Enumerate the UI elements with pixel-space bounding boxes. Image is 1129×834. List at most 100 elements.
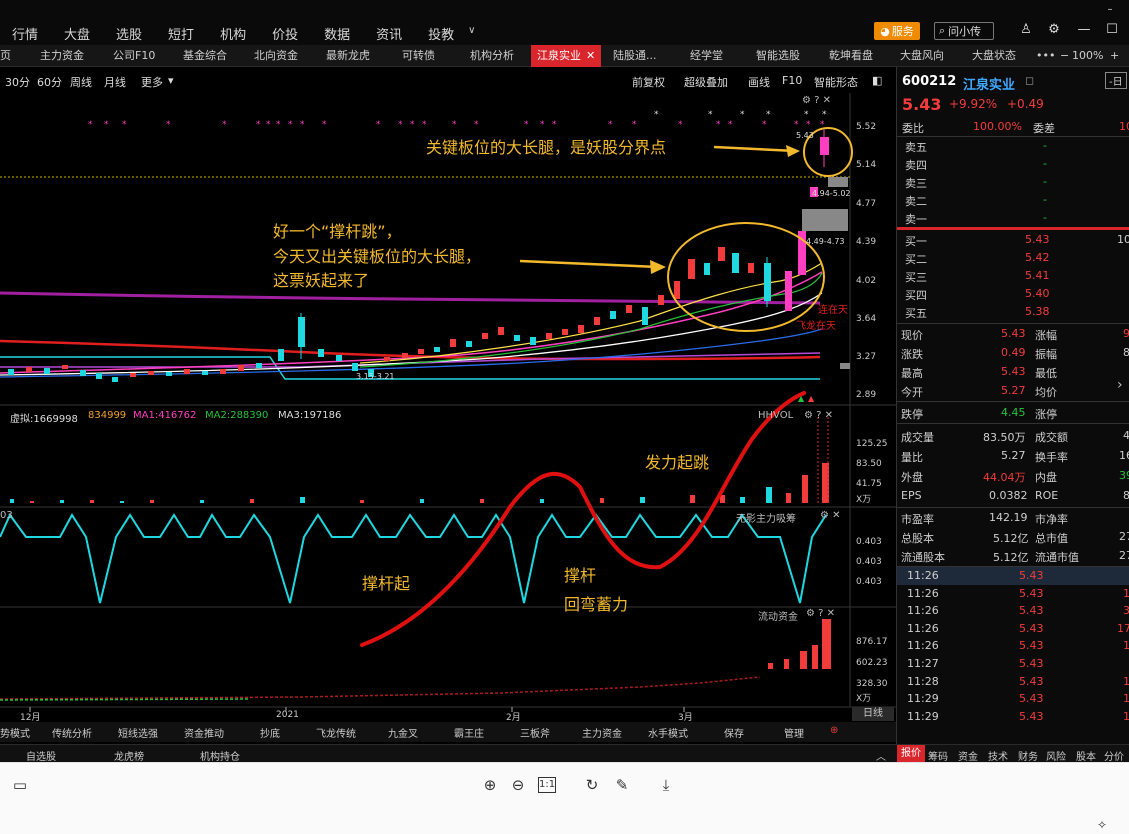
osc-left-label: 03	[0, 510, 13, 521]
minimize-icon[interactable]: —	[1076, 22, 1092, 38]
menu-item-shortterm[interactable]: 短打	[168, 0, 194, 43]
switch-icon[interactable]: -日	[1105, 72, 1127, 89]
close-icon[interactable]: ✕	[586, 49, 595, 62]
bottom-tab-dragon[interactable]: 龙虎榜	[114, 748, 144, 763]
bid-price: 5.43	[1025, 233, 1050, 246]
minimize-icon-top[interactable]: –	[1102, 2, 1118, 18]
chevron-right-icon[interactable]: ›	[1117, 377, 1123, 393]
more-tabs-icon[interactable]: •••	[1036, 45, 1055, 67]
tab-smart-pick[interactable]: 智能选股	[756, 45, 800, 67]
indicator-tab[interactable]: 水手模式	[648, 725, 688, 740]
right-tab-quote[interactable]: 报价	[897, 745, 925, 763]
zoom-in-icon[interactable]: +	[1110, 45, 1119, 67]
tab-market-wind[interactable]: 大盘风向	[900, 45, 944, 67]
expand-icon[interactable]: ⊕	[830, 725, 838, 736]
menu-item-market[interactable]: 大盘	[64, 0, 90, 43]
tab-convertible[interactable]: 可转债	[402, 45, 435, 67]
bid-ask-divider	[897, 227, 1129, 230]
quote-value: 27	[1119, 549, 1129, 562]
pin-icon[interactable]: ✧	[1092, 815, 1112, 834]
download-icon[interactable]: ⤓	[656, 775, 676, 795]
signal-stars: * * * * * * * * * * * * * * * * * * * * * * * * * * * * *	[88, 120, 825, 130]
ask-label: 卖一	[905, 213, 927, 226]
tab-hk-connect[interactable]: 陆股通...	[613, 45, 657, 67]
rotate-icon[interactable]: ↻	[582, 775, 602, 795]
tab-f10[interactable]: 公司F10	[113, 45, 155, 67]
menu-item-news[interactable]: 资讯	[376, 0, 402, 43]
indicator-tab[interactable]: 传统分析	[52, 725, 92, 740]
layout-icon[interactable]: ▭	[10, 775, 30, 795]
quote-value: 8	[1123, 346, 1129, 359]
right-tab-risk[interactable]: 风险	[1046, 748, 1066, 763]
zoom-in-icon[interactable]: ⊕	[480, 775, 500, 795]
settings-icon[interactable]: ⚙ ✕	[820, 510, 841, 521]
volume-ma3: MA3:197186	[278, 410, 342, 421]
bottom-tab-watchlist[interactable]: 自选股	[26, 748, 56, 763]
bottom-tab-holdings[interactable]: 机构持仓	[200, 748, 240, 763]
tick-volume: 3	[1123, 604, 1129, 617]
quote-row: 涨跌 0.49 振幅 8	[897, 344, 1129, 362]
settings-icon[interactable]: ⚙ ? ✕	[802, 95, 831, 106]
manage-tab[interactable]: 管理	[784, 725, 804, 740]
user-icon[interactable]: ♙	[1018, 22, 1034, 38]
menu-item-data[interactable]: 数据	[324, 0, 350, 43]
tab-inst-analysis[interactable]: 机构分析	[470, 45, 514, 67]
indicator-tab[interactable]: 霸王庄	[454, 725, 484, 740]
actual-size-icon[interactable]: 1:1	[538, 777, 556, 793]
maximize-icon[interactable]: ☐	[1104, 22, 1120, 38]
chart-area: 30分 60分 周线 月线 更多 ▾ 前复权 超级叠加 画线 F10 智能形态 …	[0, 67, 896, 745]
ask-search-input[interactable]: ⌕ 问小传	[934, 22, 994, 40]
indicator-tab[interactable]: 势模式	[0, 725, 30, 740]
tab-fund-overview[interactable]: 基金综合	[183, 45, 227, 67]
svg-text:*: *	[122, 120, 127, 130]
save-tab[interactable]: 保存	[724, 725, 744, 740]
menu-item-picker[interactable]: 选股	[116, 0, 142, 43]
chevron-down-icon[interactable]: ∨	[468, 0, 475, 36]
edit-icon[interactable]: ✎	[612, 775, 632, 795]
gear-icon[interactable]: ⚙	[1046, 22, 1062, 38]
tab-home[interactable]: 页	[0, 45, 11, 67]
search-icon: ⌕	[939, 24, 946, 37]
svg-text:*: *	[632, 120, 637, 130]
menu-item-institution[interactable]: 机构	[220, 0, 246, 43]
tick-volume: 1	[1123, 710, 1129, 723]
menu-item-value[interactable]: 价投	[272, 0, 298, 43]
indicator-tab[interactable]: 抄底	[260, 725, 280, 740]
tick-price: 5.43	[1019, 710, 1044, 723]
tab-northbound[interactable]: 北向资金	[254, 45, 298, 67]
right-tab-fund[interactable]: 资金	[958, 748, 978, 763]
service-label: 服务	[891, 25, 914, 38]
indicator-tab[interactable]: 短线选强	[118, 725, 158, 740]
tab-main-fund[interactable]: 主力资金	[40, 45, 84, 67]
chevron-up-icon[interactable]: ︿	[876, 748, 886, 763]
quote-value: 4	[1123, 429, 1129, 442]
signal-tag: 连在天	[818, 305, 848, 316]
right-tab-chips[interactable]: 筹码	[928, 748, 948, 763]
service-button[interactable]: ◕ 服务	[874, 22, 920, 40]
tab-active-stock[interactable]: 江泉实业 ✕	[531, 45, 602, 67]
indicator-tab[interactable]: 资金推动	[184, 725, 224, 740]
tab-academy[interactable]: 经学堂	[690, 45, 723, 67]
tab-market-state[interactable]: 大盘状态	[972, 45, 1016, 67]
tab-dragon-tiger[interactable]: 最新龙虎	[326, 45, 370, 67]
daily-period-button[interactable]: 日线	[852, 707, 894, 721]
right-tab-tech[interactable]: 技术	[988, 748, 1008, 763]
menu-item-education[interactable]: 投教	[428, 0, 454, 43]
right-tab-shares[interactable]: 股本	[1076, 748, 1096, 763]
right-tab-finance[interactable]: 财务	[1018, 748, 1038, 763]
tab-market-view[interactable]: 乾坤看盘	[829, 45, 873, 67]
bell-icon[interactable]: ◻	[1025, 74, 1034, 87]
right-tab-price[interactable]: 分价	[1104, 748, 1124, 763]
ask-label: 卖三	[905, 177, 927, 190]
stock-code: 600212	[902, 74, 957, 89]
settings-icon[interactable]: ⚙ ? ✕	[806, 608, 835, 619]
indicator-tab[interactable]: 飞龙传统	[316, 725, 356, 740]
zoom-out-icon[interactable]: ⊖	[508, 775, 528, 795]
indicator-tab[interactable]: 主力资金	[582, 725, 622, 740]
menu-item-quotes[interactable]: 行情	[12, 0, 38, 43]
zoom-out-icon[interactable]: −	[1060, 45, 1069, 67]
settings-icon[interactable]: ⚙ ? ✕	[804, 410, 833, 421]
indicator-tab[interactable]: 三板斧	[520, 725, 550, 740]
svg-text:*: *	[822, 110, 827, 120]
indicator-tab[interactable]: 九金叉	[388, 725, 418, 740]
